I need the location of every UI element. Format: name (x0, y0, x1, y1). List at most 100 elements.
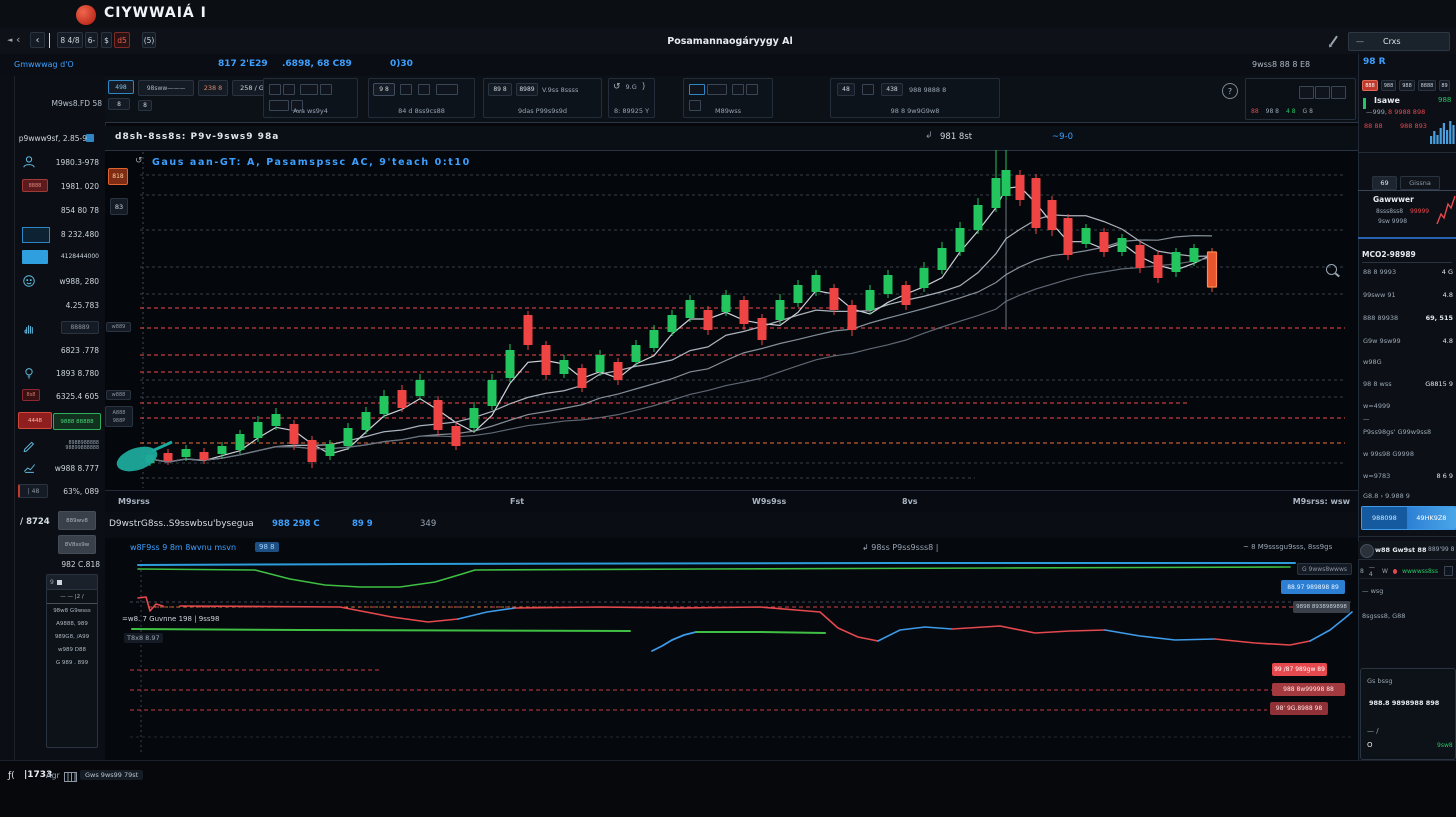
sidebar-row-11[interactable]: 8s8 6325.4 605 (14, 389, 105, 406)
sidebar-row-0[interactable]: p9www9sf, 2.85-9 (14, 131, 105, 148)
sidebar-row-4[interactable]: 8 232.480 (14, 227, 105, 244)
tool-icon[interactable] (418, 84, 430, 95)
tool-icon[interactable] (746, 84, 758, 95)
assistant-box-icon[interactable] (1444, 566, 1453, 576)
detail-value: 8 6 9 (1436, 472, 1453, 480)
symbol-dropdown[interactable]: — Crxs (1348, 32, 1450, 51)
sidebar-row-1[interactable]: 1980.3-978 (14, 155, 105, 172)
settings-chip-1[interactable]: 48 (837, 83, 855, 96)
assistant-icon-1[interactable]: 8 (1360, 568, 1364, 575)
detail-label[interactable]: 888 89938 (1363, 314, 1398, 322)
view-chip-1[interactable]: 89 8 (488, 83, 512, 96)
grid-icon[interactable] (64, 772, 77, 782)
menu-chip-5[interactable]: (5) (142, 32, 156, 48)
nav-chevron-icon[interactable]: ‹ (16, 33, 20, 46)
sidebar-row-6[interactable]: w988, 280 (14, 274, 105, 291)
ribbon-chip-2[interactable]: 238 8 (198, 80, 228, 96)
trade-button-left[interactable]: 988098 (1362, 507, 1407, 529)
cursor-divider (49, 33, 50, 48)
menu-chip-3[interactable]: $ (101, 32, 112, 48)
tool-icon[interactable] (269, 84, 281, 95)
tool-icon[interactable] (862, 84, 874, 95)
sidebar-row-5[interactable]: 4128444000 (14, 250, 105, 267)
dropdown-item-5[interactable]: G 989 . 899 (47, 656, 97, 669)
sidebar-row-14[interactable]: w988 8.777 (14, 461, 105, 478)
todo-box: Gs bssg 988.8 9898988 898 — / O 9sw8 (1360, 668, 1456, 760)
panel-chip[interactable]: 89 (1439, 80, 1450, 91)
menu-chip-1[interactable]: 8 4/8 (57, 32, 83, 48)
layout-icon[interactable] (1299, 86, 1314, 99)
tool-icon[interactable] (689, 84, 705, 95)
indicator-search-box[interactable]: G 9wws8wwws (1297, 563, 1352, 575)
sidebar-row-12[interactable]: 4448 9888 88888 (14, 412, 105, 432)
trade-button[interactable]: 988098 49HK9Z8 (1361, 506, 1456, 530)
ribbon-chip-small[interactable]: 8 (138, 100, 152, 111)
layout-icon[interactable] (1315, 86, 1330, 99)
tool-icon[interactable] (436, 84, 458, 95)
panel-chip[interactable]: 8888 (1418, 80, 1436, 91)
dropdown-item-2[interactable]: A9888, 989 (47, 617, 97, 630)
sidebar-row-3[interactable]: 854 80 78 (14, 203, 105, 220)
sidebar-row-8[interactable]: 88889 (14, 320, 105, 337)
layout-icon[interactable] (1331, 86, 1346, 99)
menu-chip-2[interactable]: 6- (85, 32, 98, 48)
edit-pencil-icon[interactable] (1333, 35, 1335, 46)
price-tag-1: w889 (106, 322, 131, 332)
nav-back-icon[interactable]: ◄ (7, 36, 12, 44)
sidebar-row-13[interactable]: 8988988888 98899888888 (14, 438, 105, 455)
sidebar-button-2[interactable]: 8V8ss9w (58, 535, 96, 554)
chart-header-link[interactable]: ~9-0 (1052, 132, 1073, 142)
tool-icon[interactable] (320, 84, 332, 95)
tool-icon[interactable] (283, 84, 295, 95)
assistant-icon-3[interactable]: W (1382, 568, 1388, 575)
todo-title: Gs bssg (1367, 677, 1393, 685)
todo-checkbox[interactable]: O (1367, 741, 1373, 749)
status-bar: ƒ( |1733 Agr Gws 9ws99 79st (0, 760, 1456, 817)
indicator-legend-chip[interactable]: 98 8 (255, 542, 279, 552)
detail-label: w98G (1363, 358, 1382, 366)
period-chip[interactable]: 9 8 (373, 83, 395, 96)
trade-button-right[interactable]: 49HK9Z8 (1407, 507, 1456, 529)
sidebar-row-15[interactable]: | 48 63%, 089 (14, 484, 105, 501)
magnifier-icon[interactable] (1326, 264, 1337, 275)
tool-icon[interactable] (300, 84, 318, 95)
sidebar-row-2[interactable]: 8888 1981. 020 (14, 179, 105, 196)
dropdown-item-0[interactable]: — — |2 / (47, 590, 97, 604)
quote-symbol: Isawe (1374, 96, 1400, 105)
dropdown-item-3[interactable]: 989G8, /A99 (47, 630, 97, 643)
assistant-icon-2[interactable]: —4 (1369, 564, 1377, 578)
ribbon-stack-chip-1[interactable]: 498 (108, 80, 134, 94)
panel-chip-sell[interactable]: 888 (1362, 80, 1378, 91)
indicator-blue-button[interactable]: 88.97 989898 89 (1281, 580, 1345, 594)
menu-chip-4[interactable]: d5 (114, 32, 130, 48)
help-icon[interactable]: ? (1222, 83, 1238, 99)
detail-link[interactable]: w=4999 (1363, 402, 1390, 410)
buy-button[interactable]: 9888 88888 (53, 413, 101, 430)
section2-value-3: 349 (420, 519, 436, 529)
detail-value: 4.8 (1443, 337, 1453, 345)
sidebar-button-1[interactable]: 889wv8 (58, 511, 96, 530)
tool-icon[interactable] (707, 84, 727, 95)
sell-button[interactable]: 4448 (18, 412, 52, 429)
back-button[interactable]: ‹ (30, 32, 45, 48)
dropdown-item-4[interactable]: w989 D88 (47, 643, 97, 656)
refresh-icon[interactable]: ↺ (613, 82, 621, 92)
tool-icon[interactable] (400, 84, 412, 95)
view-chip-2[interactable]: 8989 (516, 83, 538, 96)
tab-1[interactable]: 69 (1372, 176, 1397, 190)
panel-chip[interactable]: 988 (1399, 80, 1415, 91)
settings-chip-2[interactable]: 438 (881, 83, 903, 96)
sidebar-row-7[interactable]: 4.25.783 (14, 298, 105, 315)
dropdown-label: Crxs (1383, 37, 1401, 46)
tab-2[interactable]: Gissna (1400, 176, 1440, 190)
sidebar-row-10[interactable]: 1893 8.780 (14, 366, 105, 383)
dropdown-item-1[interactable]: 98w8 G9wsss (47, 604, 97, 617)
ribbon-group-label: Ava ws9y4 (264, 107, 357, 115)
tool-icon[interactable] (732, 84, 744, 95)
sidebar-dropdown-panel[interactable]: 9 — — |2 / 98w8 G9wsss A9888, 989 989G8,… (46, 574, 98, 748)
todo-send-link[interactable]: 9sw8 (1437, 742, 1453, 749)
sidebar-row-9[interactable]: 6823 .778 (14, 343, 105, 360)
ribbon-stack-chip-2[interactable]: 8 (108, 98, 130, 110)
ribbon-chip-1[interactable]: 98sww——— (138, 80, 194, 96)
panel-chip[interactable]: 988 (1381, 80, 1396, 91)
